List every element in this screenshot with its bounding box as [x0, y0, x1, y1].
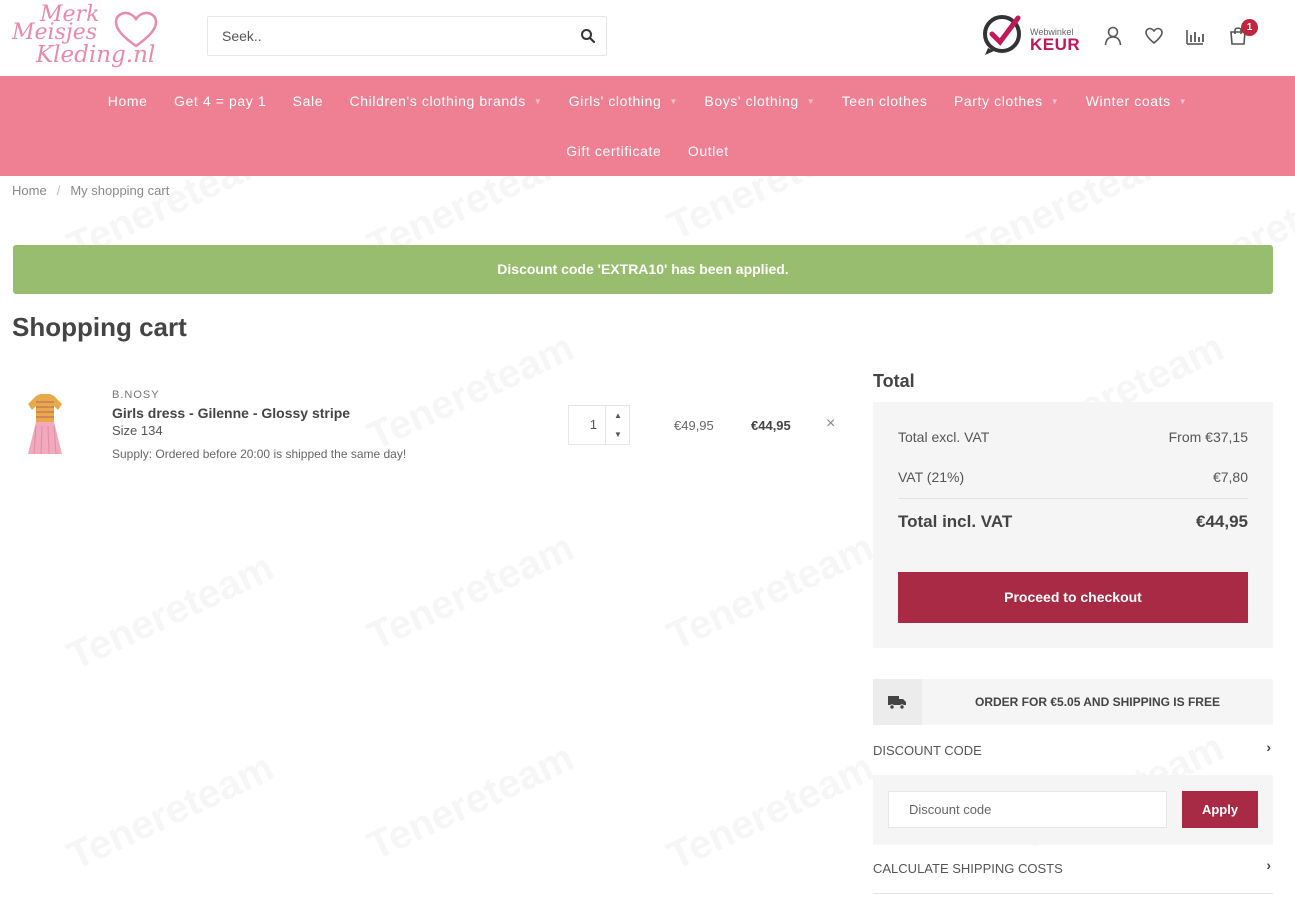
nav-item-gift-certificate[interactable]: Gift certificate: [566, 143, 661, 159]
watermark-text: Tenereteam: [660, 745, 881, 879]
product-brand: B.NOSY: [112, 389, 160, 401]
discount-code-input[interactable]: [888, 791, 1167, 828]
keur-check-icon: [983, 15, 1021, 55]
totals-box: Total excl. VAT From €37,15 VAT (21%) €7…: [873, 402, 1273, 648]
main-navigation: Home Get 4 = pay 1 Sale Children's cloth…: [0, 76, 1295, 176]
remove-item-close-icon[interactable]: ×: [826, 415, 835, 433]
account-icon[interactable]: [1103, 26, 1123, 46]
total-incl-vat-value: €44,95: [1196, 512, 1248, 531]
vat-value: €7,80: [1212, 469, 1248, 485]
vat-label: VAT (21%): [898, 469, 965, 485]
nav-item-winter-coats[interactable]: Winter coats ▼: [1086, 93, 1188, 109]
heart-icon[interactable]: [1144, 26, 1164, 46]
truck-icon-box: [873, 679, 922, 725]
chevron-down-icon: ▼: [669, 97, 678, 106]
free-shipping-notice: ORDER FOR €5.05 AND SHIPPING IS FREE: [873, 679, 1273, 725]
watermark-text: Tenereteam: [360, 325, 581, 459]
quantity-stepper: 1 ▲ ▼: [568, 405, 630, 445]
site-header: Merk Meisjes Kleding.nl Webwinkel KEUR: [0, 0, 1295, 76]
chevron-right-icon: ›: [1266, 739, 1271, 755]
chevron-down-icon: ▼: [806, 97, 816, 106]
quantity-input[interactable]: 1: [569, 406, 605, 444]
site-logo[interactable]: Merk Meisjes Kleding.nl: [12, 2, 172, 74]
nav-item-label: Children's clothing brands: [349, 93, 526, 109]
product-name-link[interactable]: Girls dress - Gilenne - Glossy stripe: [112, 405, 350, 421]
nav-item-teen-clothes[interactable]: Teen clothes: [842, 93, 928, 109]
chevron-down-icon: ▼: [1178, 97, 1188, 106]
calculate-shipping-toggle[interactable]: CALCULATE SHIPPING COSTS ›: [873, 857, 1273, 876]
proceed-to-checkout-button[interactable]: Proceed to checkout: [898, 572, 1248, 623]
nav-item-label: Get 4 = pay 1: [173, 93, 267, 109]
product-thumbnail[interactable]: [22, 392, 68, 458]
webwinkel-keur-badge[interactable]: Webwinkel KEUR: [980, 12, 1080, 56]
breadcrumb-separator: /: [56, 183, 61, 198]
chevron-right-icon: ›: [1266, 857, 1271, 873]
nav-item-get-4-pay-1[interactable]: Get 4 = pay 1: [174, 93, 266, 109]
search-bar: [207, 16, 607, 56]
line-total-price: €44,95: [751, 418, 791, 433]
chevron-down-icon: ▼: [533, 97, 543, 106]
nav-item-label: Sale: [292, 93, 324, 109]
heart-logo-icon: [114, 11, 158, 48]
discount-code-form: Apply: [873, 775, 1273, 845]
breadcrumb: Home / My shopping cart: [12, 183, 169, 198]
search-icon[interactable]: [580, 28, 596, 44]
discount-code-toggle[interactable]: DISCOUNT CODE ›: [873, 739, 1273, 758]
apply-discount-button[interactable]: Apply: [1182, 791, 1258, 828]
compare-icon[interactable]: [1185, 26, 1205, 46]
cart-count-badge: 1: [1241, 19, 1258, 36]
nav-item-label: Winter coats: [1085, 93, 1171, 109]
nav-item-outlet[interactable]: Outlet: [688, 143, 729, 159]
watermark-text: Tenereteam: [360, 525, 581, 659]
totals-heading: Total: [873, 371, 915, 391]
quantity-buttons: ▲ ▼: [605, 406, 629, 444]
total-incl-vat-label: Total incl. VAT: [898, 512, 1013, 531]
free-shipping-text: ORDER FOR €5.05 AND SHIPPING IS FREE: [975, 695, 1220, 709]
total-excl-vat-value: From €37,15: [1168, 429, 1248, 445]
total-excl-vat-label: Total excl. VAT: [898, 429, 990, 445]
search-input[interactable]: [208, 17, 568, 55]
page-title: Shopping cart: [12, 312, 187, 342]
divider: [898, 498, 1248, 499]
product-supply-info: Supply: Ordered before 20:00 is shipped …: [112, 447, 407, 461]
discount-applied-alert: Discount code 'EXTRA10' has been applied…: [13, 245, 1273, 294]
watermark-text: Tenereteam: [660, 525, 881, 659]
quantity-increase-icon[interactable]: ▲: [606, 406, 630, 425]
nav-row: Home Get 4 = pay 1 Sale Children's cloth…: [0, 93, 1295, 111]
nav-item-girls-clothing[interactable]: Girls' clothing ▼: [569, 93, 678, 109]
breadcrumb-home[interactable]: Home: [12, 183, 47, 198]
keur-big-text: KEUR: [1030, 35, 1081, 54]
quantity-decrease-icon[interactable]: ▼: [606, 425, 630, 444]
chevron-down-icon: ▼: [1050, 97, 1060, 106]
nav-item-label: Boys' clothing: [704, 93, 799, 109]
nav-item-party-clothes[interactable]: Party clothes ▼: [954, 93, 1059, 109]
nav-item-label: Teen clothes: [841, 93, 928, 109]
watermark-text: Tenereteam: [360, 735, 581, 869]
truck-icon: [888, 696, 906, 710]
nav-item-home[interactable]: Home: [108, 93, 148, 109]
calculate-shipping-heading: CALCULATE SHIPPING COSTS: [873, 861, 1063, 876]
breadcrumb-current: My shopping cart: [70, 183, 170, 198]
watermark-text: Tenereteam: [60, 745, 281, 879]
nav-item-label: Gift certificate: [566, 143, 662, 159]
nav-item-childrens-clothing-brands[interactable]: Children's clothing brands ▼: [350, 93, 543, 109]
nav-item-label: Party clothes: [953, 93, 1043, 109]
nav-item-boys-clothing[interactable]: Boys' clothing ▼: [704, 93, 815, 109]
watermark-text: Tenereteam: [60, 545, 281, 679]
nav-row: Gift certificate Outlet: [0, 143, 1295, 161]
nav-item-label: Outlet: [687, 143, 729, 159]
unit-price: €49,95: [674, 418, 714, 433]
nav-item-label: Girls' clothing: [568, 93, 662, 109]
product-size: Size 134: [112, 423, 163, 438]
nav-item-label: Home: [107, 93, 148, 109]
nav-item-sale[interactable]: Sale: [293, 93, 323, 109]
discount-code-heading: DISCOUNT CODE: [873, 743, 982, 758]
divider: [873, 893, 1273, 894]
